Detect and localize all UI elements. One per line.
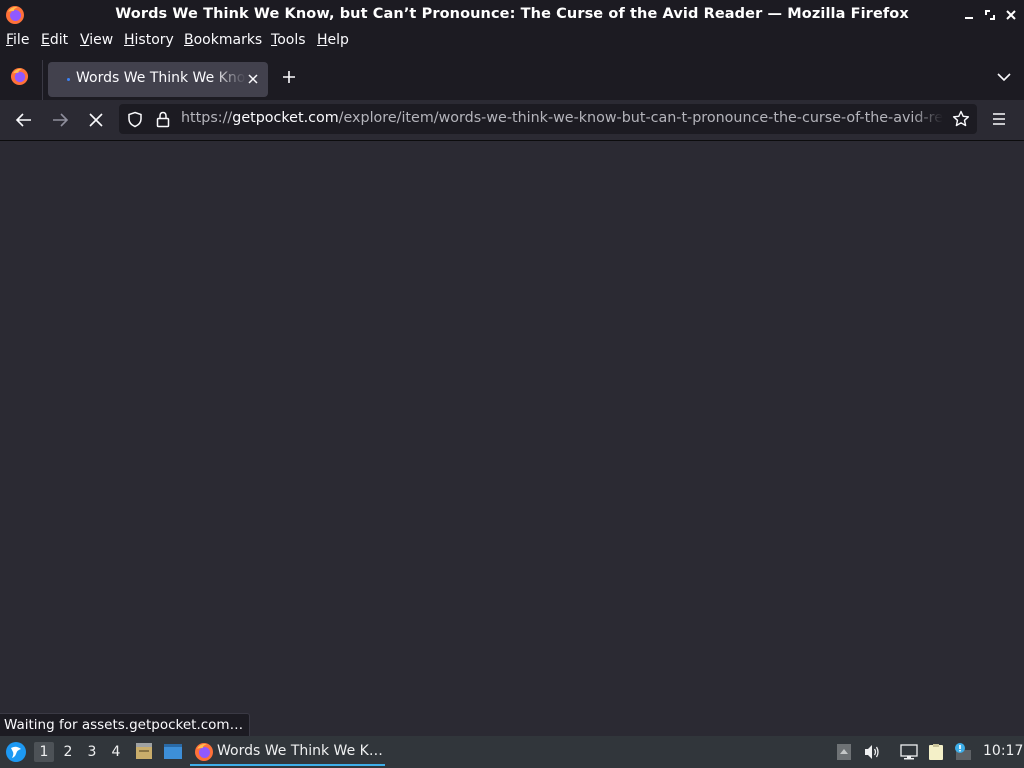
window-title: Words We Think We Know, but Can’t Pronou… [115, 6, 909, 22]
list-all-tabs-chevron-icon[interactable] [996, 72, 1012, 82]
file-manager-icon[interactable] [134, 741, 154, 761]
menu-view[interactable]: View [80, 32, 113, 48]
loading-indicator-icon [67, 78, 70, 81]
url-bar[interactable]: https://getpocket.com/explore/item/words… [119, 104, 977, 134]
taskbar-firefox-task[interactable]: Words We Think We K… [190, 738, 385, 766]
menu-history[interactable]: History [124, 32, 174, 48]
bookmark-star-icon[interactable] [952, 110, 970, 128]
tray-expand-icon[interactable] [835, 743, 853, 761]
volume-icon[interactable] [863, 743, 881, 761]
network-icon[interactable] [900, 743, 918, 761]
workspace-1[interactable]: 1 [34, 742, 54, 762]
tab-title: Words We Think We Know, but Can’t Pronou… [76, 70, 246, 86]
clipboard-icon[interactable] [927, 743, 945, 761]
forward-arrow-icon[interactable] [51, 111, 69, 129]
workspace-3[interactable]: 3 [82, 742, 102, 762]
menu-edit[interactable]: Edit [41, 32, 68, 48]
url-text[interactable]: https://getpocket.com/explore/item/words… [181, 110, 943, 130]
workspace-4[interactable]: 4 [106, 742, 126, 762]
maximize-icon[interactable] [983, 8, 997, 22]
tracking-protection-shield-icon[interactable] [127, 111, 143, 128]
stop-loading-icon[interactable] [87, 111, 105, 129]
menu-help[interactable]: Help [317, 32, 349, 48]
notifications-icon[interactable] [953, 743, 971, 761]
navigation-toolbar: https://getpocket.com/explore/item/words… [0, 100, 1024, 141]
menu-tools[interactable]: Tools [271, 32, 306, 48]
status-panel: Waiting for assets.getpocket.com… [0, 713, 251, 737]
new-tab-plus-icon[interactable] [281, 69, 297, 85]
menu-bar: File Edit View History Bookmarks Tools H… [0, 30, 1024, 52]
window-titlebar: Words We Think We Know, but Can’t Pronou… [0, 0, 1024, 30]
lock-icon[interactable] [156, 111, 170, 128]
menu-bookmarks[interactable]: Bookmarks [184, 32, 262, 48]
close-icon[interactable] [1004, 8, 1018, 22]
tab-strip: Words We Think We Know, but Can’t Pronou… [0, 52, 1024, 102]
workspace-2[interactable]: 2 [58, 742, 78, 762]
tab-close-icon[interactable] [246, 72, 260, 86]
tab-strip-separator [42, 60, 43, 102]
menu-file[interactable]: File [6, 32, 29, 48]
page-content[interactable] [0, 141, 1024, 736]
tab-active[interactable]: Words We Think We Know, but Can’t Pronou… [48, 62, 268, 97]
start-menu-icon[interactable] [5, 741, 27, 763]
clock[interactable]: 10:17 [983, 743, 1023, 759]
taskbar-task-label: Words We Think We K… [217, 743, 383, 759]
taskbar: 1 2 3 4 Words We Think We K… 10:17 [0, 736, 1024, 768]
firefox-icon [195, 743, 213, 761]
show-desktop-icon[interactable] [163, 743, 183, 760]
minimize-icon[interactable] [962, 8, 976, 22]
firefox-view-icon[interactable] [10, 67, 29, 86]
back-arrow-icon[interactable] [15, 111, 33, 129]
app-menu-hamburger-icon[interactable] [991, 112, 1007, 126]
